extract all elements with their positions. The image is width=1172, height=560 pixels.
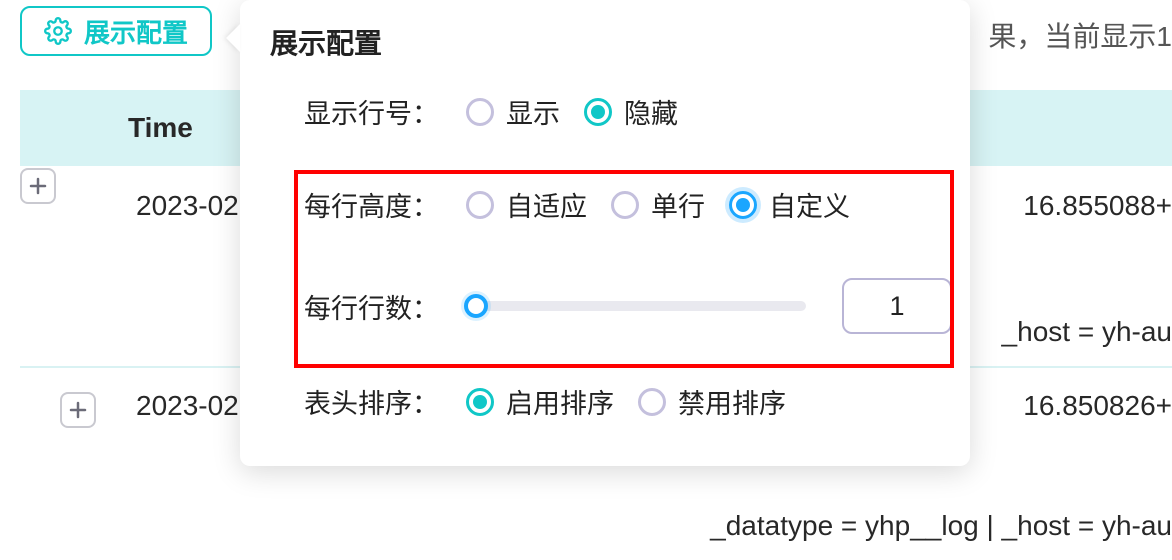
radio-header-sort-disable[interactable]: 禁用排序	[638, 382, 786, 421]
expand-row-button[interactable]	[60, 392, 96, 428]
radio-row-height-auto[interactable]: 自适应	[466, 185, 587, 224]
display-config-button[interactable]: 展示配置	[20, 6, 212, 56]
results-summary-text: 果，当前显示1	[988, 15, 1172, 55]
cell-value: 16.855088+	[1023, 190, 1172, 222]
row-lines-value-input[interactable]: 1	[842, 278, 952, 334]
option-label-row-lines: 每行行数：	[304, 287, 444, 326]
radio-group-header-sort: 启用排序 禁用排序	[466, 382, 786, 421]
cell-datatype-host-text: _datatype = yhp__log | _host = yh-au	[0, 510, 1172, 542]
radio-label: 禁用排序	[678, 382, 786, 421]
display-config-label: 展示配置	[84, 13, 188, 50]
row-lines-slider[interactable]	[466, 301, 806, 311]
radio-line-number-show[interactable]: 显示	[466, 92, 560, 131]
radio-label: 启用排序	[506, 382, 614, 421]
radio-row-height-custom[interactable]: 自定义	[729, 185, 850, 224]
radio-label: 隐藏	[624, 92, 678, 131]
column-header-time[interactable]: Time	[128, 112, 193, 144]
display-config-popover: 展示配置 显示行号： 显示 隐藏 每行高度： 自适应	[240, 0, 970, 466]
radio-icon	[638, 388, 666, 416]
radio-group-row-height: 自适应 单行 自定义	[466, 185, 850, 224]
radio-line-number-hide[interactable]: 隐藏	[584, 92, 678, 131]
option-label-line-number: 显示行号：	[304, 92, 444, 131]
expand-row-button[interactable]	[20, 168, 56, 204]
gear-icon	[44, 17, 72, 45]
radio-icon	[466, 191, 494, 219]
option-row-row-height: 每行高度： 自适应 单行 自定义	[270, 185, 940, 224]
cell-time: 2023-02	[136, 390, 239, 422]
radio-icon	[611, 191, 639, 219]
option-row-line-number: 显示行号： 显示 隐藏	[270, 92, 940, 131]
radio-icon	[729, 191, 757, 219]
radio-group-line-number: 显示 隐藏	[466, 92, 678, 131]
radio-icon	[466, 388, 494, 416]
radio-label: 显示	[506, 92, 560, 131]
cell-time: 2023-02	[136, 190, 239, 222]
radio-row-height-single[interactable]: 单行	[611, 185, 705, 224]
option-label-header-sort: 表头排序：	[304, 382, 444, 421]
radio-icon	[466, 98, 494, 126]
radio-label: 单行	[651, 185, 705, 224]
cell-value: 16.850826+	[1023, 390, 1172, 422]
radio-header-sort-enable[interactable]: 启用排序	[466, 382, 614, 421]
option-row-header-sort: 表头排序： 启用排序 禁用排序	[270, 382, 940, 421]
radio-label: 自定义	[769, 185, 850, 224]
slider-thumb[interactable]	[464, 294, 488, 318]
radio-label: 自适应	[506, 185, 587, 224]
radio-icon	[584, 98, 612, 126]
popover-title: 展示配置	[270, 22, 940, 62]
row-lines-control: 1	[466, 278, 952, 334]
option-row-row-lines: 每行行数： 1	[270, 278, 940, 334]
option-label-row-height: 每行高度：	[304, 185, 444, 224]
